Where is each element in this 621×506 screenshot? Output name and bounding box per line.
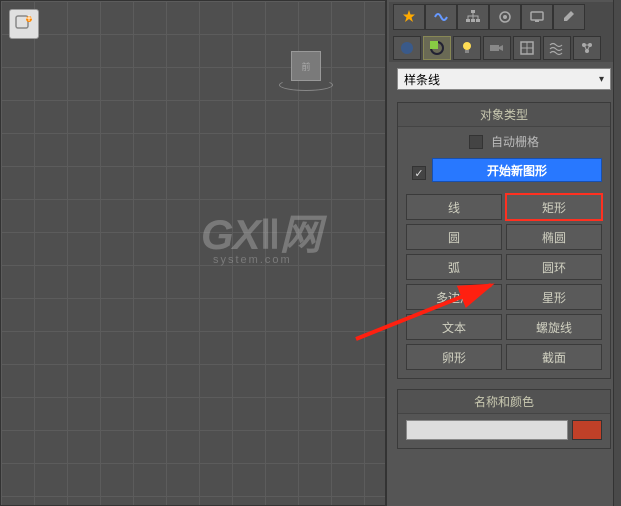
- start-new-checkbox[interactable]: [412, 166, 426, 180]
- sub-helpers[interactable]: [513, 36, 541, 60]
- main-tab-row: [389, 2, 619, 32]
- chevron-down-icon: ▾: [599, 74, 604, 85]
- sub-spacewarps[interactable]: [543, 36, 571, 60]
- shape-button-5[interactable]: 圆环: [506, 254, 602, 280]
- view-cube-ring: [279, 79, 333, 91]
- shape-button-8[interactable]: 文本: [406, 314, 502, 340]
- start-new-shape-button[interactable]: 开始新图形: [432, 158, 602, 182]
- svg-text:+: +: [25, 14, 32, 25]
- tab-motion[interactable]: [489, 4, 521, 30]
- watermark: GX‖网 system.com: [201, 201, 321, 266]
- tab-create[interactable]: [393, 4, 425, 30]
- rollout-title-object-type: 对象类型: [398, 103, 610, 127]
- sub-lights[interactable]: [453, 36, 481, 60]
- shape-button-grid: 线矩形圆椭圆弧圆环多边形星形文本螺旋线卵形截面: [398, 190, 610, 378]
- shape-button-1[interactable]: 矩形: [506, 194, 602, 220]
- view-cube-face[interactable]: 前: [291, 51, 321, 81]
- shape-button-11[interactable]: 截面: [506, 344, 602, 370]
- sub-geometry[interactable]: [393, 36, 421, 60]
- object-name-input[interactable]: [406, 420, 568, 440]
- watermark-sub: system.com: [213, 254, 321, 266]
- tab-display[interactable]: [521, 4, 553, 30]
- dropdown-value: 样条线: [404, 71, 440, 88]
- shape-button-4[interactable]: 弧: [406, 254, 502, 280]
- panel-scrollbar[interactable]: [613, 0, 621, 506]
- name-color-rollout: 名称和颜色: [397, 389, 611, 449]
- viewport-menu-icon[interactable]: +: [9, 9, 39, 39]
- sub-cameras[interactable]: [483, 36, 511, 60]
- create-subcategory-row: [389, 32, 619, 62]
- sub-shapes[interactable]: [423, 36, 451, 60]
- object-color-swatch[interactable]: [572, 420, 602, 440]
- autogrid-label: 自动栅格: [491, 133, 539, 150]
- shape-button-2[interactable]: 圆: [406, 224, 502, 250]
- autogrid-checkbox[interactable]: [469, 135, 483, 149]
- object-type-rollout: 对象类型 自动栅格 开始新图形 线矩形圆椭圆弧圆环多边形星形文本螺旋线卵形截面: [397, 102, 611, 379]
- rollout-title-name-color: 名称和颜色: [398, 390, 610, 414]
- tab-utilities[interactable]: [553, 4, 585, 30]
- shape-button-0[interactable]: 线: [406, 194, 502, 220]
- shape-button-9[interactable]: 螺旋线: [506, 314, 602, 340]
- viewport[interactable]: + 前 GX‖网 system.com: [0, 0, 386, 506]
- shape-button-10[interactable]: 卵形: [406, 344, 502, 370]
- tab-hierarchy[interactable]: [457, 4, 489, 30]
- watermark-main: GX‖网: [201, 201, 321, 262]
- shape-button-3[interactable]: 椭圆: [506, 224, 602, 250]
- view-cube[interactable]: 前: [291, 51, 331, 91]
- shape-category-dropdown[interactable]: 样条线 ▾: [397, 68, 611, 90]
- command-panel: 样条线 ▾ 对象类型 自动栅格 开始新图形 线矩形圆椭圆弧圆环多边形星形文本螺旋…: [386, 0, 621, 506]
- shape-button-7[interactable]: 星形: [506, 284, 602, 310]
- shape-button-6[interactable]: 多边形: [406, 284, 502, 310]
- sub-systems[interactable]: [573, 36, 601, 60]
- tab-modify[interactable]: [425, 4, 457, 30]
- autogrid-row: 自动栅格: [398, 127, 610, 156]
